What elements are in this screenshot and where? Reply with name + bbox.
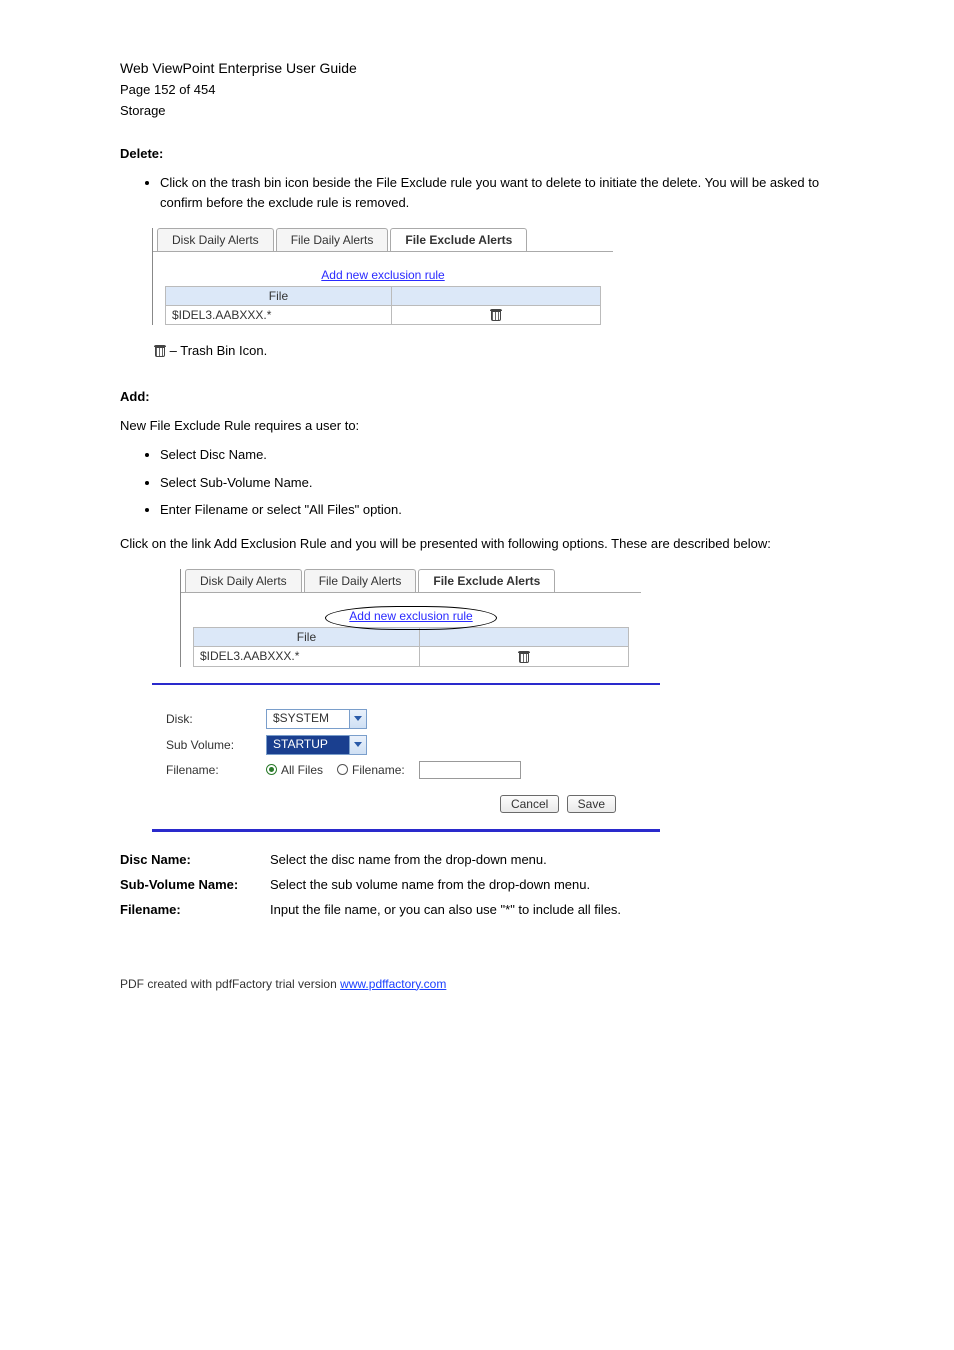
disk-select[interactable]: $SYSTEM bbox=[266, 709, 367, 729]
exclude-rule-value: $IDEL3.AABXXX.* bbox=[166, 306, 392, 325]
pdf-factory-link[interactable]: www.pdffactory.com bbox=[340, 977, 446, 991]
save-button[interactable]: Save bbox=[567, 795, 616, 813]
table-header-file: File bbox=[166, 287, 392, 306]
figure-exclude-tab: Disk Daily Alerts File Daily Alerts File… bbox=[152, 228, 854, 325]
radio-filename[interactable]: Filename: bbox=[337, 763, 405, 777]
filename-label: Filename: bbox=[166, 763, 266, 777]
trash-icon[interactable] bbox=[490, 309, 502, 322]
trash-icon[interactable] bbox=[518, 651, 530, 664]
add-step-2: Select Sub-Volume Name. bbox=[160, 473, 854, 493]
tab-file-exclude-alerts[interactable]: File Exclude Alerts bbox=[390, 228, 527, 251]
table-header-file: File bbox=[194, 628, 420, 647]
figure-exclude-tab-2: Disk Daily Alerts File Daily Alerts File… bbox=[180, 569, 854, 666]
subvolume-select[interactable]: STARTUP bbox=[266, 735, 367, 755]
tab-disk-daily-alerts[interactable]: Disk Daily Alerts bbox=[185, 569, 302, 592]
link-add-exclusion-rule[interactable]: Add new exclusion rule bbox=[349, 609, 472, 623]
page-number: Page 152 of 454 bbox=[120, 82, 854, 97]
tab-file-exclude-alerts[interactable]: File Exclude Alerts bbox=[418, 569, 555, 592]
filename-input[interactable] bbox=[419, 761, 521, 779]
trash-icon bbox=[154, 345, 166, 358]
disk-label: Disk: bbox=[166, 712, 266, 726]
add-rule-dialog: Disk: $SYSTEM Sub Volume: STARTUP Filena… bbox=[152, 683, 660, 832]
add-step-1: Select Disc Name. bbox=[160, 445, 854, 465]
radio-all-files[interactable]: All Files bbox=[266, 763, 323, 777]
section-name: Storage bbox=[120, 103, 854, 118]
add-step-3: Enter Filename or select "All Files" opt… bbox=[160, 500, 854, 520]
add-heading: Add: bbox=[120, 389, 854, 404]
cancel-button[interactable]: Cancel bbox=[500, 795, 559, 813]
chevron-down-icon bbox=[349, 736, 366, 754]
tab-disk-daily-alerts[interactable]: Disk Daily Alerts bbox=[157, 228, 274, 251]
exclude-rule-value: $IDEL3.AABXXX.* bbox=[194, 647, 420, 666]
doc-title: Web ViewPoint Enterprise User Guide bbox=[120, 60, 854, 76]
opt-disc-name-desc: Select the disc name from the drop-down … bbox=[270, 852, 547, 867]
opt-disc-name-label: Disc Name: bbox=[120, 852, 270, 867]
chevron-down-icon bbox=[349, 710, 366, 728]
add-intro: New File Exclude Rule requires a user to… bbox=[120, 416, 854, 436]
subvolume-label: Sub Volume: bbox=[166, 738, 266, 752]
add-click-link: Click on the link Add Exclusion Rule and… bbox=[120, 534, 854, 554]
tab-file-daily-alerts[interactable]: File Daily Alerts bbox=[304, 569, 417, 592]
tab-file-daily-alerts[interactable]: File Daily Alerts bbox=[276, 228, 389, 251]
opt-subvol-name-label: Sub-Volume Name: bbox=[120, 877, 270, 892]
opt-subvol-name-desc: Select the sub volume name from the drop… bbox=[270, 877, 590, 892]
pdf-factory-note: PDF created with pdfFactory trial versio… bbox=[120, 977, 446, 991]
delete-heading: Delete: bbox=[120, 146, 854, 161]
opt-filename-label: Filename: bbox=[120, 902, 270, 917]
trash-bin-reference: – Trash Bin Icon. bbox=[154, 341, 854, 361]
delete-step: Click on the trash bin icon beside the F… bbox=[160, 173, 854, 212]
opt-filename-desc: Input the file name, or you can also use… bbox=[270, 902, 621, 917]
link-add-exclusion-rule[interactable]: Add new exclusion rule bbox=[321, 268, 444, 282]
